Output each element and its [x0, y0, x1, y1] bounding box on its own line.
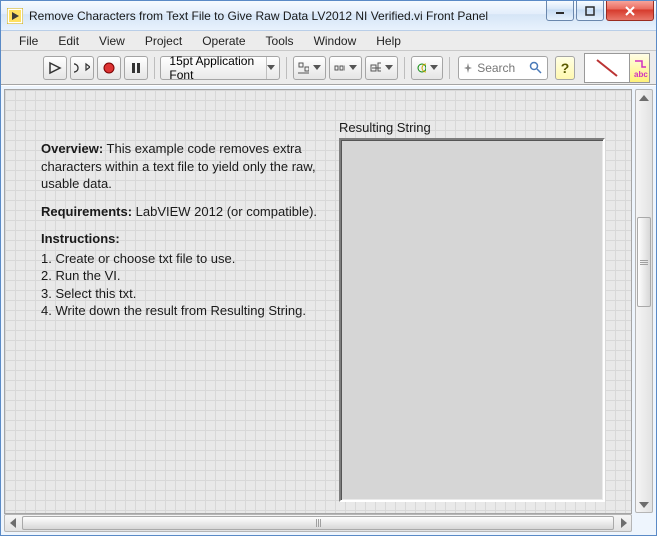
requirements-text: LabVIEW 2012 (or compatible).: [132, 204, 317, 219]
toolbar-right-group: abc: [578, 53, 650, 83]
instruction-step-3: 3. Select this txt.: [41, 285, 341, 303]
pin-icon: [463, 63, 473, 73]
scroll-down-arrow-icon[interactable]: [636, 495, 652, 512]
chevron-down-icon: [313, 65, 321, 70]
resulting-string-indicator[interactable]: [339, 138, 605, 502]
search-box[interactable]: Search: [458, 56, 548, 80]
chevron-down-icon: [430, 65, 438, 70]
run-continuously-button[interactable]: [70, 56, 94, 80]
vertical-scrollbar[interactable]: [635, 89, 653, 513]
instructions-label: Instructions:: [41, 231, 120, 246]
resulting-string-label: Resulting String: [339, 120, 431, 135]
instruction-step-1: 1. Create or choose txt file to use.: [41, 250, 341, 268]
scroll-up-arrow-icon[interactable]: [636, 90, 652, 107]
instruction-step-2: 2. Run the VI.: [41, 267, 341, 285]
chevron-down-icon: [349, 65, 357, 70]
hscroll-track[interactable]: [22, 515, 614, 531]
toolbar: 15pt Application Font: [1, 51, 656, 85]
horizontal-scrollbar[interactable]: [4, 514, 632, 532]
menu-file[interactable]: File: [9, 32, 48, 50]
overview-label: Overview:: [41, 141, 103, 156]
menu-window[interactable]: Window: [304, 32, 367, 50]
menu-edit[interactable]: Edit: [48, 32, 89, 50]
resize-objects-button[interactable]: [365, 56, 398, 80]
maximize-button[interactable]: [576, 1, 604, 21]
titlebar: Remove Characters from Text File to Give…: [1, 1, 656, 31]
scroll-right-arrow-icon[interactable]: [614, 515, 631, 531]
toolbar-separator: [154, 57, 155, 79]
chevron-down-icon: [385, 65, 393, 70]
info-text-block: Overview: This example code removes extr…: [41, 140, 341, 320]
search-icon: [529, 61, 543, 75]
toolbar-separator: [286, 57, 287, 79]
menu-help[interactable]: Help: [366, 32, 411, 50]
front-panel[interactable]: Overview: This example code removes extr…: [4, 89, 632, 514]
reorder-button[interactable]: [411, 56, 444, 80]
menu-operate[interactable]: Operate: [192, 32, 255, 50]
run-button[interactable]: [43, 56, 67, 80]
font-selector[interactable]: 15pt Application Font: [160, 56, 280, 80]
vscroll-track[interactable]: [636, 107, 652, 495]
search-placeholder: Search: [477, 61, 525, 75]
svg-text:abc: abc: [634, 70, 648, 79]
minimize-button[interactable]: [546, 1, 574, 21]
toolbar-separator: [449, 57, 450, 79]
scroll-left-arrow-icon[interactable]: [5, 515, 22, 531]
font-label: 15pt Application Font: [169, 54, 259, 82]
labview-icon: [7, 8, 23, 24]
menu-view[interactable]: View: [89, 32, 135, 50]
menubar: File Edit View Project Operate Tools Win…: [1, 31, 656, 51]
toolbar-separator: [404, 57, 405, 79]
close-button[interactable]: [606, 1, 654, 21]
window-title: Remove Characters from Text File to Give…: [29, 9, 544, 23]
panel-wrap: Overview: This example code removes extr…: [1, 86, 635, 535]
chevron-down-icon: [266, 57, 276, 79]
connector-pane-button[interactable]: abc: [630, 53, 650, 83]
pause-button[interactable]: [124, 56, 148, 80]
app-window: Remove Characters from Text File to Give…: [0, 0, 657, 536]
requirements-label: Requirements:: [41, 204, 132, 219]
context-help-button[interactable]: ?: [555, 56, 575, 80]
client-area: Overview: This example code removes extr…: [1, 85, 656, 535]
hscroll-thumb[interactable]: [22, 516, 614, 530]
window-controls: [544, 1, 654, 23]
vscroll-thumb[interactable]: [637, 217, 651, 307]
menu-project[interactable]: Project: [135, 32, 192, 50]
menu-tools[interactable]: Tools: [256, 32, 304, 50]
instruction-step-4: 4. Write down the result from Resulting …: [41, 302, 341, 320]
align-objects-button[interactable]: [293, 56, 326, 80]
distribute-objects-button[interactable]: [329, 56, 362, 80]
abort-button[interactable]: [97, 56, 121, 80]
vi-icon-pane[interactable]: [584, 53, 630, 83]
